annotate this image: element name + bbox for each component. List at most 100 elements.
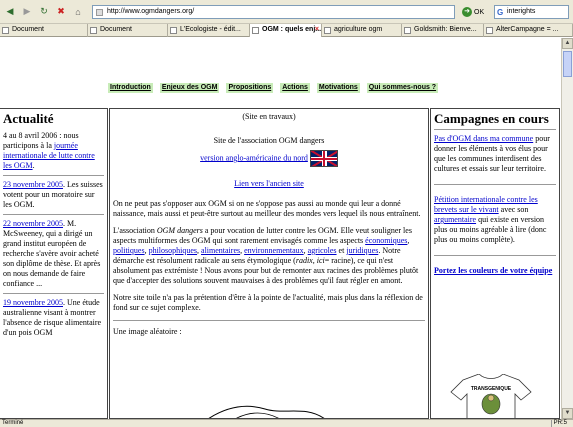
tab-document-1[interactable]: Document: [0, 24, 88, 37]
text: L'association: [113, 226, 157, 235]
divider: [3, 293, 104, 294]
tab-agriculture[interactable]: agriculture ogm: [322, 24, 402, 37]
news-item: 23 novembre 2005. Les suisses votent pou…: [3, 180, 104, 210]
news-date: 4 au 8 avril 2006: [3, 131, 58, 140]
argumentaire-link[interactable]: argumentaire: [434, 215, 476, 224]
browser-toolbar: ◀ ▶ ↻ ✖ ⌂ http://www.ogmdangers.org/ ➜ O…: [0, 0, 573, 24]
page-favicon-icon: [96, 9, 103, 16]
menu-actions[interactable]: Actions: [280, 83, 310, 93]
document-icon: [324, 27, 331, 34]
divider: [434, 255, 556, 256]
site-status: (Site en travaux): [242, 112, 296, 121]
tab-label: Goldsmith: Bienve...: [414, 26, 477, 33]
scroll-up-icon[interactable]: ▲: [562, 38, 573, 49]
menu-propositions[interactable]: Propositions: [226, 83, 274, 93]
menu-enjeux[interactable]: Enjeux des OGM: [159, 83, 220, 93]
scroll-down-icon[interactable]: ▼: [562, 408, 573, 419]
scroll-thumb[interactable]: [563, 51, 572, 77]
go-button[interactable]: ➜ OK: [462, 6, 484, 18]
go-label: OK: [474, 8, 485, 16]
news-text: .: [32, 161, 35, 170]
main-content: (Site en travaux) Site de l'association …: [109, 108, 429, 419]
menu-introduction[interactable]: Introduction: [108, 83, 153, 93]
campaigns-title: Campagnes en cours: [434, 111, 549, 126]
link-environnementaux[interactable]: environnementaux: [244, 246, 304, 255]
divider: [434, 129, 556, 130]
radix-term: radix, ici: [295, 256, 325, 265]
random-image: [208, 405, 325, 418]
tab-label: Document: [100, 26, 132, 33]
status-bar: Terminé PR:5: [0, 419, 573, 427]
reload-icon[interactable]: ↻: [37, 5, 51, 19]
pagerank-indicator: PR:5: [550, 420, 567, 427]
document-icon: [170, 27, 177, 34]
document-icon: [404, 27, 411, 34]
news-title: Actualité: [3, 111, 54, 126]
news-date-link[interactable]: 19 novembre 2005: [3, 298, 63, 307]
search-value: interights: [507, 8, 536, 15]
campaign-item: Pétition internationale contre les breve…: [434, 195, 556, 245]
site-owner: Site de l'association OGM dangers: [213, 136, 325, 145]
url-input[interactable]: http://www.ogmdangers.org/: [92, 5, 455, 19]
tab-ecologiste[interactable]: L'Ecologiste - édit...: [168, 24, 250, 37]
campaign-link[interactable]: Portez les couleurs de votre équipe: [434, 266, 552, 275]
status-text: Terminé: [2, 420, 24, 426]
association-name: OGM dangers: [156, 226, 203, 235]
news-date-link[interactable]: 22 novembre 2005: [3, 219, 63, 228]
document-icon: [90, 27, 97, 34]
tab-bar: Document Document L'Ecologiste - édit...…: [0, 24, 573, 37]
scope-paragraph: Notre site toile n'a pas la prétention d…: [113, 293, 423, 312]
tab-goldsmith[interactable]: Goldsmith: Bienve...: [402, 24, 484, 37]
news-item: 22 novembre 2005. M. McSweeney, qui a di…: [3, 219, 104, 289]
old-site: Lien vers l'ancien site: [113, 179, 425, 189]
divider: [3, 175, 104, 176]
forward-icon[interactable]: ▶: [20, 5, 34, 19]
campaign-item: Portez les couleurs de votre équipe: [434, 266, 556, 276]
back-icon[interactable]: ◀: [3, 5, 17, 19]
news-text: . M. McSweeney, qui a dirigé un grand in…: [3, 219, 101, 288]
intro-paragraph: On ne peut pas s'opposer aux OGM si on n…: [113, 199, 421, 218]
uk-flag-icon[interactable]: [309, 150, 338, 167]
link-juridiques[interactable]: juridiques: [346, 246, 378, 255]
stop-icon[interactable]: ✖: [54, 5, 68, 19]
old-site-link[interactable]: Lien vers l'ancien site: [234, 179, 304, 188]
tab-label: Document: [12, 26, 44, 33]
page-scrollbar[interactable]: ▲ ▼: [561, 38, 573, 419]
tab-document-2[interactable]: Document: [88, 24, 168, 37]
divider: [3, 214, 104, 215]
document-icon: [252, 27, 259, 34]
close-tab-icon[interactable]: ×: [315, 24, 319, 36]
google-search-icon: G: [497, 8, 504, 17]
document-icon: [2, 27, 9, 34]
tshirt-image[interactable]: TRANSGENIQUE: [447, 374, 535, 419]
link-politiques[interactable]: politiques: [113, 246, 145, 255]
menu-qui-sommes-nous[interactable]: Qui sommes-nous ?: [366, 83, 439, 93]
campaign-link[interactable]: Pas d'OGM dans ma commune: [434, 134, 533, 143]
link-philosophiques[interactable]: philosophiques: [149, 246, 197, 255]
tab-altercampagne[interactable]: AlterCampagne = ...: [484, 24, 573, 37]
home-icon[interactable]: ⌂: [71, 5, 85, 19]
english-version: version anglo-américaine du nord: [113, 150, 425, 167]
link-alimentaires[interactable]: alimentaires: [201, 246, 240, 255]
tab-label: L'Ecologiste - édit...: [180, 26, 241, 33]
go-arrow-icon: ➜: [462, 7, 472, 17]
tab-label: OGM : quels enj...: [262, 26, 322, 33]
link-economiques[interactable]: économiques: [365, 236, 407, 245]
divider: [434, 184, 556, 185]
menu-motivations[interactable]: Motivations: [316, 83, 360, 93]
site-menu: Introduction Enjeux des OGM Propositions…: [108, 83, 445, 93]
url-text: http://www.ogmdangers.org/: [107, 8, 195, 15]
tshirt-text: TRANSGENIQUE: [471, 386, 512, 392]
tab-label: AlterCampagne = ...: [496, 26, 559, 33]
english-version-link[interactable]: version anglo-américaine du nord: [200, 153, 308, 162]
random-image-label: Une image aléatoire :: [113, 327, 182, 336]
document-icon: [486, 27, 493, 34]
tab-label: agriculture ogm: [334, 26, 383, 33]
tab-ogm-active[interactable]: OGM : quels enj... ×: [250, 24, 322, 37]
link-agricoles[interactable]: agricoles: [308, 246, 337, 255]
news-column: Actualité 4 au 8 avril 2006 : nous parti…: [0, 108, 108, 419]
campaign-item: Pas d'OGM dans ma commune pour donner le…: [434, 134, 556, 174]
news-date-link[interactable]: 23 novembre 2005: [3, 180, 63, 189]
search-input[interactable]: G interights: [494, 5, 569, 19]
campaigns-column: Campagnes en cours Pas d'OGM dans ma com…: [430, 108, 560, 419]
